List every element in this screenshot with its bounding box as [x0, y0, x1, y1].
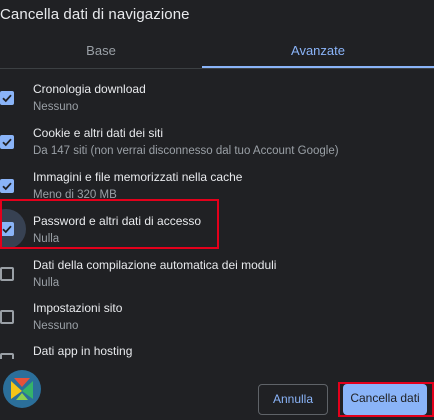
- item-sublabel: Nulla: [33, 233, 60, 245]
- checkbox-autofill[interactable]: [0, 267, 14, 281]
- item-label: Cronologia download: [33, 82, 146, 96]
- item-label: Impostazioni sito: [33, 301, 123, 315]
- list-item-cookies[interactable]: Cookie e altri dati dei siti Da 147 siti…: [0, 123, 434, 167]
- tab-basic[interactable]: Base: [0, 38, 202, 66]
- cancel-button[interactable]: Annulla: [258, 384, 328, 415]
- item-sublabel: Da 147 siti (non verrai disconnesso dal …: [33, 145, 339, 157]
- check-icon: [2, 182, 12, 191]
- item-sublabel: Nessuno: [33, 101, 79, 113]
- item-label: Immagini e file memorizzati nella cache: [33, 170, 243, 184]
- item-sublabel: Nulla: [33, 277, 60, 289]
- item-label: Cookie e altri dati dei siti: [33, 126, 164, 140]
- list-item-download-history[interactable]: Cronologia download Nessuno: [0, 79, 434, 123]
- list-item-cache[interactable]: Immagini e file memorizzati nella cache …: [0, 167, 434, 211]
- dialog-footer: Annulla Cancella dati: [0, 359, 434, 420]
- clear-data-button[interactable]: Cancella dati: [343, 384, 427, 415]
- list-item-autofill[interactable]: Dati della compilazione automatica dei m…: [0, 254, 434, 298]
- item-label: Dati app in hosting: [33, 344, 133, 358]
- check-icon: [2, 138, 12, 147]
- item-sublabel: Nessuno: [33, 320, 79, 332]
- item-sublabel: Meno di 320 MB: [33, 189, 117, 201]
- item-label: Dati della compilazione automatica dei m…: [33, 258, 277, 272]
- checkbox-download-history[interactable]: [0, 91, 14, 105]
- site-logo-icon: [3, 370, 41, 408]
- checkbox-site-settings[interactable]: [0, 310, 14, 324]
- tab-bar: Base Avanzate: [0, 38, 434, 69]
- dialog-title: Cancella dati di navigazione: [0, 6, 190, 23]
- list-item-passwords[interactable]: Password e altri dati di accesso Nulla: [0, 209, 434, 253]
- data-type-list: Cronologia download Nessuno Cookie e alt…: [0, 69, 434, 359]
- checkbox-cookies[interactable]: [0, 135, 14, 149]
- list-item-site-settings[interactable]: Impostazioni sito Nessuno: [0, 297, 434, 341]
- item-label: Password e altri dati di accesso: [33, 214, 202, 228]
- tab-advanced[interactable]: Avanzate: [202, 38, 434, 68]
- list-item-hosted-apps[interactable]: Dati app in hosting: [0, 341, 434, 359]
- checkbox-cache[interactable]: [0, 179, 14, 193]
- check-icon: [2, 225, 12, 234]
- checkbox-passwords[interactable]: [0, 222, 14, 236]
- check-icon: [2, 94, 12, 103]
